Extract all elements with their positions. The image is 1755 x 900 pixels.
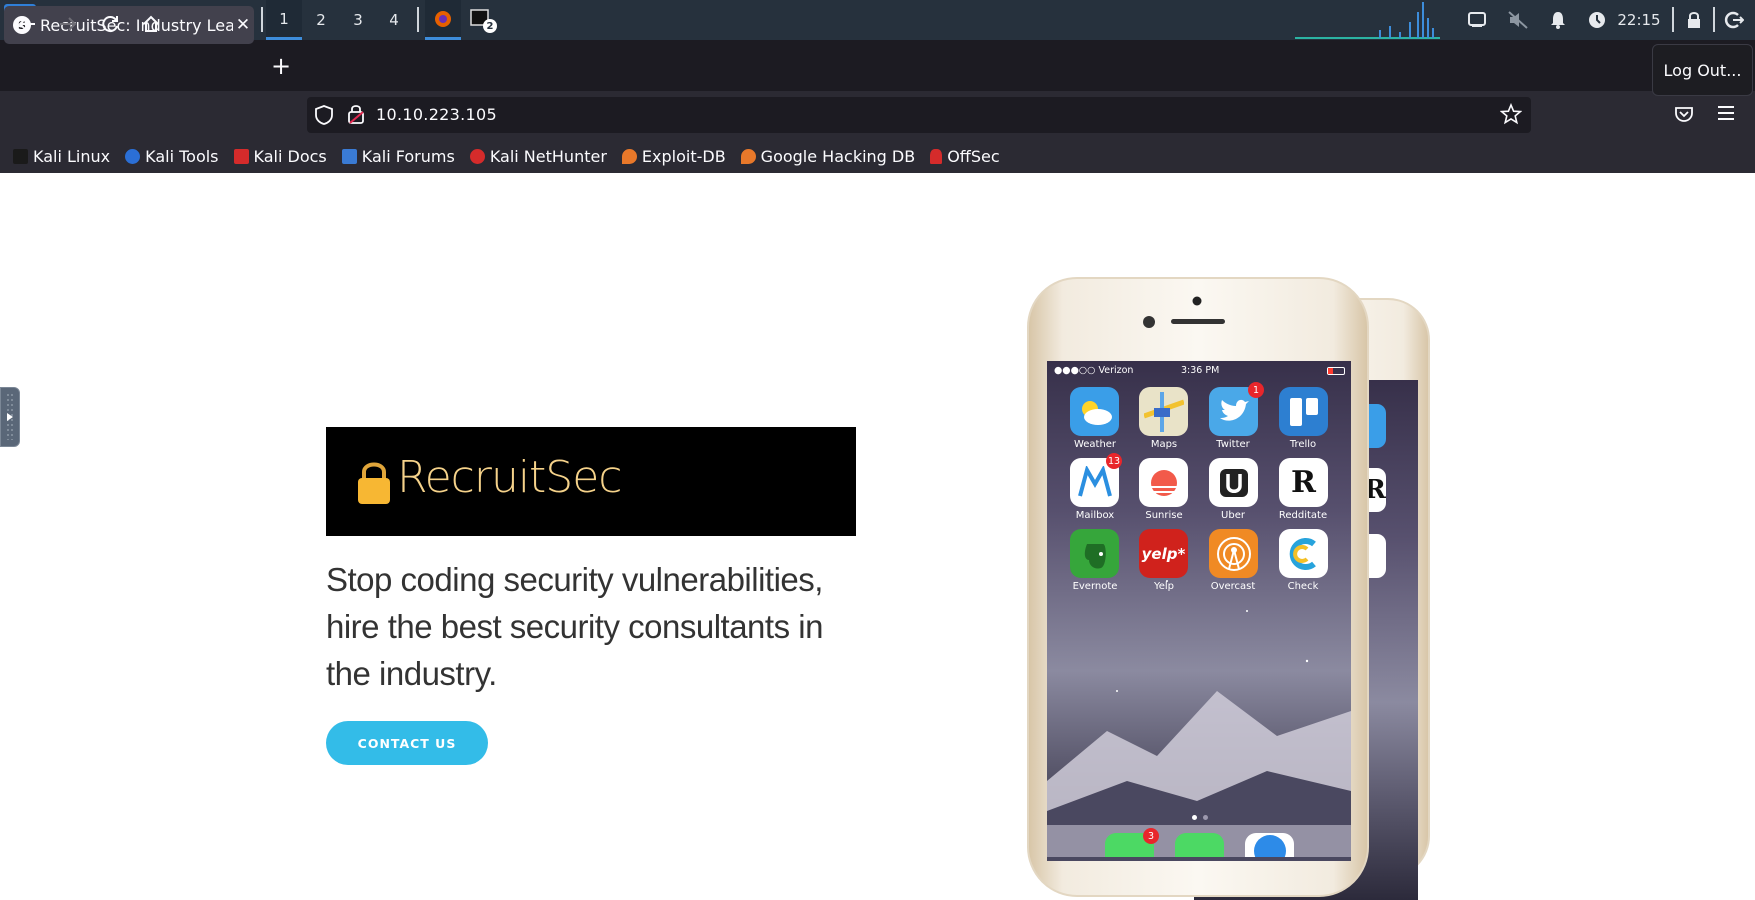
muted-speaker-icon[interactable]	[1506, 9, 1530, 31]
bookmark-google-hacking-db[interactable]: Google Hacking DB	[740, 147, 915, 166]
notification-badge: 13	[1106, 453, 1122, 469]
reload-icon	[102, 16, 118, 33]
url-text[interactable]: 10.10.223.105	[376, 105, 497, 124]
kali-dragon-icon	[13, 148, 28, 164]
phone-time: 3:36 PM	[1181, 365, 1220, 376]
logout-icon[interactable]	[1722, 9, 1746, 31]
bookmark-kali-tools[interactable]: Kali Tools	[125, 147, 219, 166]
window-count-badge: 2	[483, 19, 497, 33]
close-tab-icon[interactable]: ✕	[233, 15, 253, 35]
app-label: Yelp	[1153, 581, 1175, 592]
contact-us-button[interactable]: CONTACT US	[326, 721, 488, 765]
logout-tooltip: Log Out...	[1652, 44, 1753, 96]
forward-button[interactable]	[54, 10, 82, 38]
power-manager-icon[interactable]	[1586, 9, 1608, 31]
app-label: Sunrise	[1145, 510, 1183, 521]
overcast-app-icon	[1209, 529, 1258, 578]
battery-icon	[1327, 367, 1345, 375]
home-button[interactable]	[137, 10, 165, 38]
taskbar-terminal-window[interactable]: 2	[463, 0, 499, 40]
app-label: Evernote	[1072, 581, 1118, 592]
bookmark-exploit-db[interactable]: Exploit-DB	[621, 147, 726, 166]
safari-app-icon	[1245, 833, 1294, 857]
bookmark-kali-linux[interactable]: Kali Linux	[13, 147, 110, 166]
bookmark-star-icon[interactable]	[1499, 102, 1524, 127]
exploit-db-icon	[621, 148, 637, 164]
taskbar-firefox-window[interactable]	[425, 0, 461, 40]
ghdb-icon	[740, 148, 756, 164]
check-app-icon	[1279, 529, 1328, 578]
yelp-app-icon: yelp*	[1139, 529, 1188, 578]
app-label: Redditate	[1278, 510, 1328, 521]
nethunter-icon	[469, 148, 485, 164]
home-icon	[143, 15, 159, 32]
redditate-app-icon: R	[1279, 458, 1328, 507]
hero-tagline: Stop coding security vulnerabilities, hi…	[326, 561, 823, 692]
messages-app-icon	[1175, 833, 1224, 857]
bookmark-kali-forums[interactable]: Kali Forums	[341, 147, 455, 166]
new-tab-button[interactable]: +	[268, 49, 294, 83]
app-label: Maps	[1150, 439, 1178, 450]
pocket-icon[interactable]	[1674, 104, 1698, 128]
workspace-4[interactable]: 4	[376, 0, 412, 40]
kali-tools-icon	[125, 148, 141, 164]
uber-app-icon	[1209, 458, 1258, 507]
offsec-icon	[930, 148, 943, 164]
network-monitor-graph	[1295, 2, 1440, 39]
bookmark-offsec[interactable]: OffSec	[930, 147, 1000, 166]
tab-bar	[0, 40, 1755, 91]
app-label: Twitter	[1216, 439, 1250, 450]
kali-docs-icon	[233, 148, 249, 164]
browser-tab[interactable]: S RecruitSec: Industry Leading ✕	[4, 6, 254, 44]
phone-screen: ●●●○○ Verizon 3:36 PM	[1047, 361, 1351, 861]
padlock-logo-icon	[356, 458, 392, 506]
clock[interactable]: 22:15	[1614, 9, 1664, 31]
tracking-shield-icon[interactable]	[315, 105, 335, 125]
app-label: Weather	[1073, 439, 1117, 450]
weather-app-icon	[1070, 387, 1119, 436]
kali-forums-icon	[341, 148, 357, 164]
workspace-1[interactable]: 1	[266, 0, 302, 40]
back-button[interactable]	[13, 10, 41, 38]
lock-icon[interactable]	[1683, 9, 1705, 31]
sunrise-app-icon	[1139, 458, 1188, 507]
display-icon[interactable]	[1466, 9, 1488, 31]
back-arrow-icon	[18, 17, 35, 31]
hamburger-menu-icon[interactable]	[1716, 104, 1740, 128]
site-logo[interactable]: RecruitSec	[397, 452, 623, 503]
workspace-2[interactable]: 2	[303, 0, 339, 40]
app-label: Uber	[1221, 510, 1245, 521]
bookmark-kali-nethunter[interactable]: Kali NetHunter	[469, 147, 607, 166]
system-panel: 1 2 3 4 2 22:15	[0, 0, 1755, 40]
page-indicator-dot	[1203, 815, 1208, 820]
bell-icon[interactable]	[1547, 9, 1569, 31]
forward-arrow-icon	[60, 17, 77, 31]
workspace-3[interactable]: 3	[340, 0, 376, 40]
reload-button[interactable]	[96, 10, 124, 38]
trello-app-icon	[1279, 387, 1328, 436]
app-label: Trello	[1289, 439, 1317, 450]
evernote-app-icon	[1070, 529, 1119, 578]
firefox-icon	[435, 10, 451, 27]
page-indicator-dot	[1192, 815, 1197, 820]
app-label: Check	[1287, 581, 1319, 592]
page-content	[0, 173, 1755, 857]
app-label: Mailbox	[1075, 510, 1115, 521]
bookmark-kali-docs[interactable]: Kali Docs	[233, 147, 327, 166]
notification-badge: 3	[1143, 828, 1159, 844]
maps-app-icon	[1139, 387, 1188, 436]
phone-carrier: ●●●○○ Verizon	[1054, 365, 1134, 376]
notification-badge: 1	[1248, 382, 1264, 398]
sidebar-handle[interactable]	[0, 387, 20, 447]
insecure-lock-icon[interactable]	[347, 104, 367, 126]
bookmarks-toolbar: Kali Linux Kali Tools Kali Docs Kali For…	[0, 139, 1755, 173]
app-label: Overcast	[1210, 581, 1256, 592]
